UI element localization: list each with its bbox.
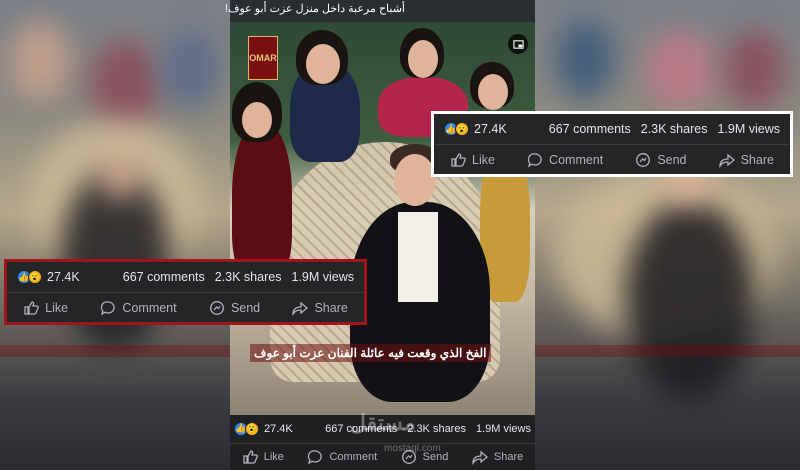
post-title: أشباح مرعبة داخل منزل عزت أبو عوف!	[225, 3, 405, 15]
reactions-summary[interactable]: 👍 😮 27.4K	[444, 122, 507, 136]
send-label: Send	[230, 300, 261, 315]
comment-icon	[527, 152, 542, 167]
messenger-icon	[209, 300, 224, 315]
comment-button[interactable]: Comment	[307, 449, 377, 465]
shares-count[interactable]: 2.3K shares	[641, 122, 708, 136]
channel-logo: OMAR	[248, 36, 278, 80]
comment-icon	[101, 300, 116, 315]
reaction-count: 27.4K	[47, 270, 80, 284]
like-icon	[24, 300, 39, 315]
share-label: Share	[493, 450, 524, 463]
comment-button[interactable]: Comment	[100, 300, 177, 316]
reaction-count: 27.4K	[264, 422, 293, 435]
comments-count[interactable]: 667 comments	[549, 122, 631, 136]
views-count: 1.9M views	[717, 122, 780, 136]
views-count: 1.9M views	[475, 422, 531, 435]
like-icon	[451, 152, 466, 167]
action-buttons-row: Like Comment Send Share	[434, 144, 790, 174]
send-button[interactable]: Send	[635, 152, 687, 168]
comment-label: Comment	[329, 450, 378, 463]
wow-reaction-icon: 😮	[28, 270, 42, 284]
shares-count[interactable]: 2.3K shares	[215, 270, 282, 284]
person-face	[478, 74, 508, 110]
action-buttons-row: Like Comment Send Share	[7, 292, 364, 322]
video-player[interactable]: OMAR الفخ الذي وقعت فيه عائلة الفنان عزت…	[230, 22, 535, 415]
engagement-stats-row: 👍 😮 27.4K 667 comments 2.3K shares 1.9M …	[434, 114, 790, 144]
comment-label: Comment	[122, 300, 177, 315]
watermark-url: mostaql.com	[384, 443, 441, 454]
share-button[interactable]: Share	[292, 300, 348, 316]
share-button[interactable]: Share	[718, 152, 774, 168]
send-button[interactable]: Send	[209, 300, 260, 316]
like-label: Like	[45, 300, 69, 315]
like-button[interactable]: Like	[23, 300, 68, 316]
comments-count[interactable]: 667 comments	[123, 270, 205, 284]
share-icon	[718, 153, 735, 168]
engagement-bar-zoom-left: 👍 😮 27.4K 667 comments 2.3K shares 1.9M …	[4, 259, 367, 325]
wow-reaction-icon: 😮	[455, 122, 469, 136]
person-figure	[232, 122, 292, 282]
like-icon	[243, 450, 258, 464]
comment-button[interactable]: Comment	[527, 152, 603, 168]
watermark-logo: مستقل	[350, 410, 416, 435]
wow-reaction-icon: 😮	[245, 421, 259, 436]
screenshot-canvas: أشباح مرعبة داخل منزل عزت أبو عوف! OMAR …	[0, 0, 800, 470]
shares-count[interactable]: 2.3K shares	[407, 423, 466, 435]
person-face	[394, 154, 436, 206]
action-buttons-row: Like Comment Send Share	[230, 442, 535, 470]
like-label: Like	[472, 152, 495, 167]
views-count: 1.9M views	[291, 270, 354, 284]
shirt	[398, 212, 438, 302]
picture-in-picture-icon[interactable]	[508, 34, 528, 54]
video-subtitle: الفخ الذي وقعت فيه عائلة الفنان عزت أبو …	[250, 344, 491, 362]
share-icon	[472, 450, 488, 465]
share-label: Share	[740, 152, 774, 167]
engagement-stats-row: 👍 😮 27.4K 667 comments 2.3K shares 1.9M …	[7, 262, 364, 292]
reaction-count: 27.4K	[474, 122, 507, 136]
comment-label: Comment	[549, 152, 604, 167]
send-label: Send	[657, 152, 687, 167]
person-face	[242, 102, 272, 138]
blurred-background-right	[535, 0, 800, 470]
messenger-icon	[636, 152, 651, 167]
share-label: Share	[314, 300, 348, 315]
reactions-summary[interactable]: 👍 😮 27.4K	[17, 270, 80, 284]
person-face	[408, 40, 438, 78]
share-icon	[292, 301, 309, 316]
like-label: Like	[263, 450, 284, 463]
comment-icon	[308, 450, 323, 465]
share-button[interactable]: Share	[472, 449, 523, 465]
like-button[interactable]: Like	[242, 449, 284, 465]
blurred-background-left	[0, 0, 230, 470]
engagement-bar-zoom-top: 👍 😮 27.4K 667 comments 2.3K shares 1.9M …	[431, 111, 793, 177]
reactions-summary[interactable]: 👍 😮 27.4K	[234, 421, 293, 436]
like-button[interactable]: Like	[450, 152, 495, 168]
person-face	[306, 44, 340, 84]
